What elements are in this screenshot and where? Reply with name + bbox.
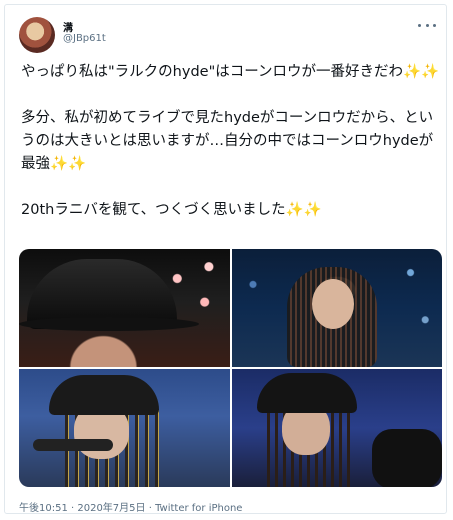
hat-shape [49,375,159,415]
face-shape [311,279,354,329]
hat-brim-shape [19,317,199,331]
tweet-text: やっぱり私は"ラルクのhyde"はコーンロウが一番好きだわ✨✨ 多分、私が初めて… [21,64,440,218]
hat-shape [256,373,357,413]
microphone-shape [33,439,113,451]
photo-4[interactable] [231,369,442,487]
dot-icon [425,23,429,27]
media-grid [19,249,442,487]
tweet-meta: 午後10:51 · 2020年7月5日 · Twitter for iPhone [19,499,242,514]
photo-3[interactable] [19,369,230,487]
dot-icon [433,23,436,27]
arm-shape [371,429,442,487]
tweet-source[interactable]: Twitter for iPhone [155,503,242,514]
photo-2[interactable] [231,249,442,367]
dot-icon [418,23,421,27]
user-handle[interactable]: @JBp61t [63,33,106,44]
more-icon[interactable] [418,19,436,31]
tweet-timestamp[interactable]: 午後10:51 · 2020年7月5日 · [19,503,155,514]
avatar[interactable] [19,17,55,53]
photo-1[interactable] [19,249,230,367]
display-name[interactable]: 溝 [63,19,73,34]
tweet-card: 溝 @JBp61t やっぱり私は"ラルクのhyde"はコーンロウが一番好きだわ✨… [4,4,447,514]
